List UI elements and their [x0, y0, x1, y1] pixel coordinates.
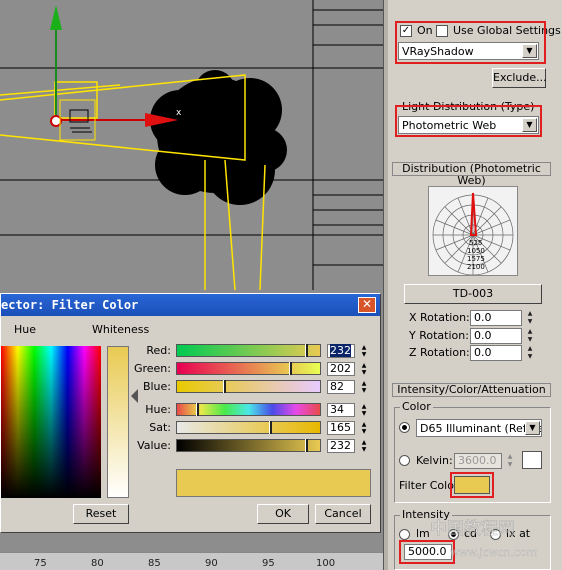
green-slider[interactable] [176, 362, 321, 375]
ruler-tick: 75 [34, 558, 47, 569]
red-spinner[interactable]: ▲ ▼ [359, 344, 369, 358]
z-rotation-input[interactable]: 0.0 [470, 345, 522, 361]
watermark: 中国教程网 www.jcwcn.com [428, 514, 558, 564]
kelvin-input[interactable]: 3600.0 [454, 453, 502, 469]
blue-slider[interactable] [176, 380, 321, 393]
svg-text:中国教程网: 中国教程网 [430, 519, 515, 539]
command-panel: ✓ On Use Global Settings VRayShadow ▼ Ex… [383, 0, 562, 570]
hue-spectrum[interactable] [1, 346, 101, 498]
preset-radio[interactable] [399, 422, 410, 433]
kelvin-label: Kelvin: [416, 454, 453, 467]
light-axis-label: x [176, 108, 182, 118]
x-rotation-label: X Rotation: [409, 311, 470, 324]
cancel-button[interactable]: Cancel [315, 504, 371, 524]
chevron-down-icon: ▼ [525, 421, 540, 435]
x-rotation-spinner[interactable]: ▲ ▼ [526, 310, 534, 326]
sat-slider[interactable] [176, 421, 321, 434]
value-spinner[interactable]: ▲ ▼ [359, 439, 369, 453]
red-slider[interactable] [176, 344, 321, 357]
web-label: 1050 [467, 247, 485, 255]
green-spinner[interactable]: ▲ ▼ [359, 362, 369, 376]
hue-label: Hue: [145, 403, 171, 416]
green-input[interactable]: 202 [327, 362, 355, 376]
ruler-tick: 80 [91, 558, 104, 569]
dialog-title: ector: Filter Color [1, 298, 139, 312]
ruler-tick: 100 [316, 558, 336, 569]
dialog-title-bar[interactable]: ector: Filter Color [1, 294, 380, 316]
red-input[interactable]: 232 [327, 344, 355, 358]
shadows-highlight [395, 21, 546, 64]
exclude-button[interactable]: Exclude... [492, 68, 547, 88]
color-preview-swatch [176, 469, 371, 497]
y-rotation-label: Y Rotation: [409, 329, 469, 342]
blue-input[interactable]: 82 [327, 380, 355, 394]
kelvin-radio[interactable] [399, 455, 410, 466]
color-preset-dropdown[interactable]: D65 Illuminant (Reference White) ▼ [416, 419, 542, 437]
intensity-rollout-header[interactable]: Intensity/Color/Attenuation [392, 383, 551, 397]
sat-input[interactable]: 165 [327, 421, 355, 435]
value-label: Value: [137, 439, 171, 452]
reset-button[interactable]: Reset [73, 504, 129, 524]
kelvin-color-swatch[interactable] [522, 451, 542, 469]
value-slider[interactable] [176, 439, 321, 452]
color-selector-dialog: ector: Filter Color ✕ Hue Whiteness Red:… [0, 293, 381, 533]
web-label: 2100 [467, 263, 485, 271]
distribution-rollout-title: Distribution (Photometric Web) [402, 162, 541, 187]
x-rotation-input[interactable]: 0.0 [470, 310, 522, 326]
color-preset-value: D65 Illuminant (Reference White) [420, 422, 541, 435]
hue-spinner[interactable]: ▲ ▼ [359, 403, 369, 417]
ruler-tick: 85 [148, 558, 161, 569]
color-group-label: Color [400, 400, 433, 413]
watermark-logo: 中国教程网 www.jcwcn.com [430, 519, 538, 560]
distribution-rollout-header[interactable]: Distribution (Photometric Web) [392, 162, 551, 187]
whiteness-header-label: Whiteness [92, 323, 150, 336]
hue-header-label: Hue [14, 323, 37, 336]
blue-spinner[interactable]: ▲ ▼ [359, 380, 369, 394]
hue-slider[interactable] [176, 403, 321, 416]
y-rotation-spinner[interactable]: ▲ ▼ [526, 328, 534, 344]
web-label: 1575 [467, 255, 485, 263]
filter-color-highlight [450, 472, 494, 498]
panel-scroll-edge [384, 0, 388, 570]
z-rotation-label: Z Rotation: [409, 346, 470, 359]
ruler-tick: 95 [262, 558, 275, 569]
ok-button[interactable]: OK [257, 504, 309, 524]
kelvin-spinner[interactable]: ▲ ▼ [506, 453, 514, 469]
light-distribution-highlight [395, 105, 542, 137]
y-rotation-input[interactable]: 0.0 [470, 328, 522, 344]
sat-label: Sat: [149, 421, 171, 434]
green-label: Green: [133, 362, 171, 375]
web-label: 525 [469, 239, 483, 247]
timeline-ruler[interactable]: 75 80 85 90 95 100 [0, 552, 383, 570]
hue-input[interactable]: 34 [327, 403, 355, 417]
z-rotation-spinner[interactable]: ▲ ▼ [526, 345, 534, 361]
blue-label: Blue: [142, 380, 171, 393]
intensity-rollout-title: Intensity/Color/Attenuation [397, 383, 546, 396]
close-icon[interactable]: ✕ [358, 297, 376, 313]
svg-text:www.jcwcn.com: www.jcwcn.com [450, 546, 538, 559]
ruler-tick: 90 [205, 558, 218, 569]
value-input[interactable]: 232 [327, 439, 355, 453]
red-label: Red: [146, 344, 171, 357]
photometric-web-preview: 525 1050 1575 2100 [428, 186, 518, 276]
intensity-lm-radio[interactable] [399, 529, 410, 540]
web-file-button[interactable]: TD-003 [404, 284, 542, 304]
sat-spinner[interactable]: ▲ ▼ [359, 421, 369, 435]
